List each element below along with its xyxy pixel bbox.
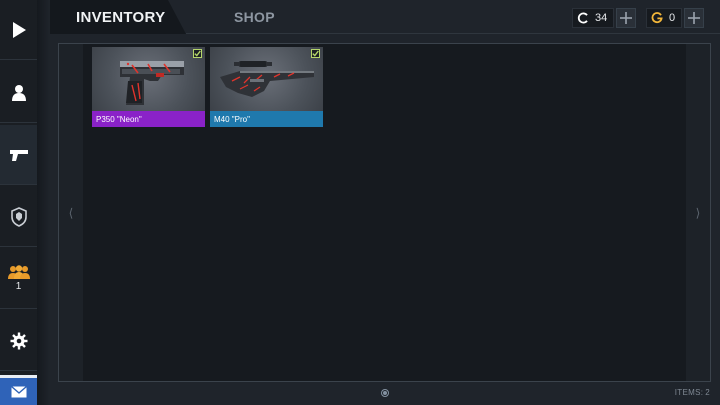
clan-shield-icon bbox=[10, 206, 27, 227]
mail-icon bbox=[10, 385, 27, 397]
weapons-button[interactable] bbox=[0, 125, 37, 185]
pistol-image bbox=[120, 61, 184, 105]
gold-box: 0 bbox=[646, 8, 683, 28]
credits-box: 34 bbox=[572, 8, 615, 28]
inventory-item[interactable]: P350 "Neon" bbox=[92, 47, 205, 127]
add-credits-button[interactable] bbox=[616, 8, 637, 28]
page-indicator[interactable] bbox=[381, 389, 389, 397]
scroll-right-button[interactable]: ⟩ bbox=[686, 44, 710, 381]
inventory-item[interactable]: M40 "Pro" bbox=[210, 47, 323, 127]
add-gold-button[interactable] bbox=[684, 8, 705, 28]
gold-balance: 0 bbox=[646, 8, 705, 28]
plus-icon bbox=[620, 12, 633, 24]
sidebar-shade bbox=[37, 0, 50, 405]
gold-value: 0 bbox=[669, 12, 676, 24]
tab-shop[interactable]: SHOP bbox=[234, 0, 275, 34]
item-name: P350 "Neon" bbox=[92, 111, 205, 127]
play-icon bbox=[12, 21, 26, 38]
top-bar: INVENTORY SHOP 34 0 bbox=[50, 0, 720, 36]
pistol-icon bbox=[9, 149, 28, 161]
profile-icon bbox=[11, 84, 26, 101]
credits-balance: 34 bbox=[572, 8, 637, 28]
clan-button[interactable] bbox=[0, 187, 37, 247]
items-label: ITEMS: bbox=[674, 388, 704, 397]
item-name: M40 "Pro" bbox=[210, 111, 323, 127]
gold-icon bbox=[651, 12, 663, 24]
sidebar: 1 bbox=[0, 0, 38, 405]
profile-button[interactable] bbox=[0, 63, 37, 123]
settings-button[interactable] bbox=[0, 311, 37, 371]
item-image bbox=[92, 47, 205, 111]
tab-divider bbox=[186, 33, 720, 34]
equipped-check bbox=[193, 49, 202, 58]
scroll-left-button[interactable]: ⟨ bbox=[59, 44, 83, 381]
friends-count: 1 bbox=[15, 281, 22, 292]
credits-icon bbox=[577, 12, 588, 24]
credits-value: 34 bbox=[595, 12, 608, 24]
items-count-value: 2 bbox=[705, 388, 710, 397]
item-image bbox=[210, 47, 323, 111]
chevron-left-icon: ⟨ bbox=[68, 205, 74, 220]
items-count: ITEMS: 2 bbox=[673, 388, 710, 397]
mail-button[interactable] bbox=[0, 375, 37, 405]
equipped-check bbox=[311, 49, 320, 58]
chevron-right-icon: ⟩ bbox=[695, 205, 701, 220]
sniper-rifle-image bbox=[220, 61, 314, 97]
inventory-panel: ⟨ ⟩ P350 "Neon" M40 "Pro" bbox=[58, 43, 711, 382]
play-button[interactable] bbox=[0, 0, 37, 60]
friends-button[interactable]: 1 bbox=[0, 249, 37, 309]
gear-icon bbox=[10, 332, 27, 349]
tab-inventory[interactable]: INVENTORY bbox=[50, 0, 186, 34]
plus-icon bbox=[688, 12, 701, 24]
friends-icon bbox=[7, 265, 30, 279]
check-icon bbox=[194, 50, 201, 57]
check-icon bbox=[312, 50, 319, 57]
